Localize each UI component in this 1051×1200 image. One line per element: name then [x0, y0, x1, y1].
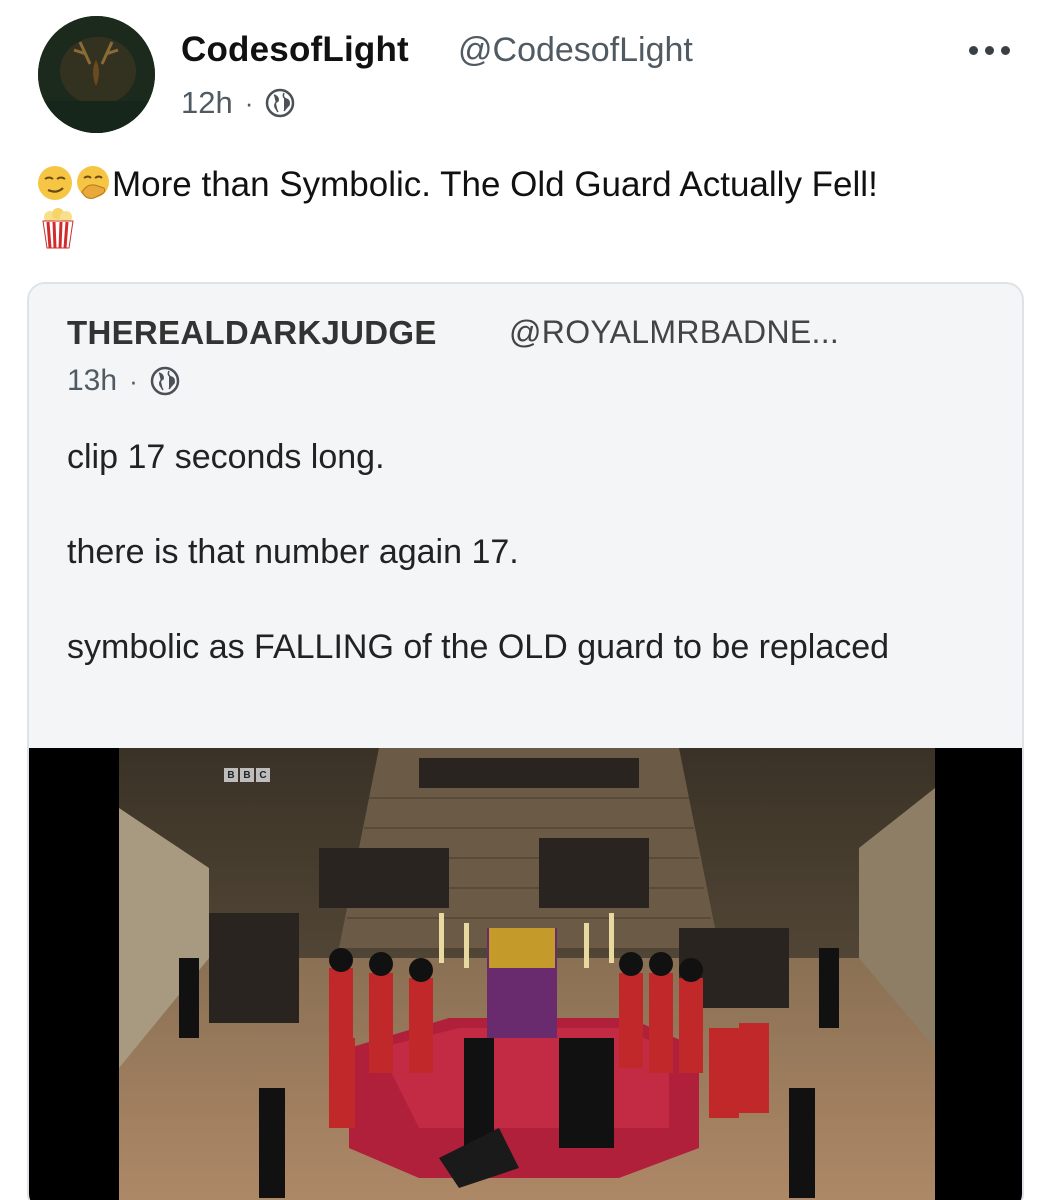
- quoted-paragraph: symbolic as FALLING of the OLD guard to …: [67, 628, 890, 666]
- meta-separator: ·: [244, 87, 254, 118]
- meta-separator: ·: [129, 365, 138, 396]
- smirking-face-icon: [36, 164, 74, 202]
- globe-icon: [150, 366, 179, 396]
- quoted-post-timestamp[interactable]: 13h: [67, 364, 117, 398]
- popcorn-icon: [39, 208, 77, 250]
- bbc-letter: C: [256, 768, 270, 782]
- quoted-post-text: clip 17 seconds long. there is that numb…: [67, 434, 967, 671]
- post-timestamp[interactable]: 12h: [181, 85, 233, 121]
- quoted-paragraph: clip 17 seconds long.: [67, 438, 385, 476]
- bbc-letter: B: [240, 768, 254, 782]
- quoted-post-meta: 13h ·: [67, 364, 180, 398]
- video-media[interactable]: B B C: [29, 748, 1022, 1200]
- face-with-hand-over-mouth-icon: [74, 164, 112, 202]
- quoted-author-name[interactable]: THEREALDARKJUDGE: [67, 314, 437, 352]
- stag-avatar-image: [38, 16, 155, 133]
- post-text-content: More than Symbolic. The Old Guard Actual…: [112, 165, 878, 204]
- author-avatar[interactable]: [38, 16, 155, 133]
- more-options-icon[interactable]: [965, 30, 1013, 70]
- post-text: More than Symbolic. The Old Guard Actual…: [36, 162, 1026, 208]
- globe-icon: [266, 88, 295, 118]
- quoted-author-handle[interactable]: @ROYALMRBADNE...: [509, 314, 839, 351]
- quoted-paragraph: there is that number again 17.: [67, 533, 519, 571]
- bbc-letter: B: [224, 768, 238, 782]
- post-meta: 12h ·: [181, 85, 295, 121]
- author-name[interactable]: CodesofLight: [181, 30, 409, 70]
- video-frame[interactable]: B B C: [119, 748, 935, 1200]
- quoted-post-card[interactable]: THEREALDARKJUDGE @ROYALMRBADNE... 13h · …: [27, 282, 1024, 1200]
- broadcaster-logo: B B C: [224, 768, 270, 782]
- author-handle[interactable]: @CodesofLight: [458, 31, 693, 70]
- lying-in-state-scene: [119, 748, 935, 1200]
